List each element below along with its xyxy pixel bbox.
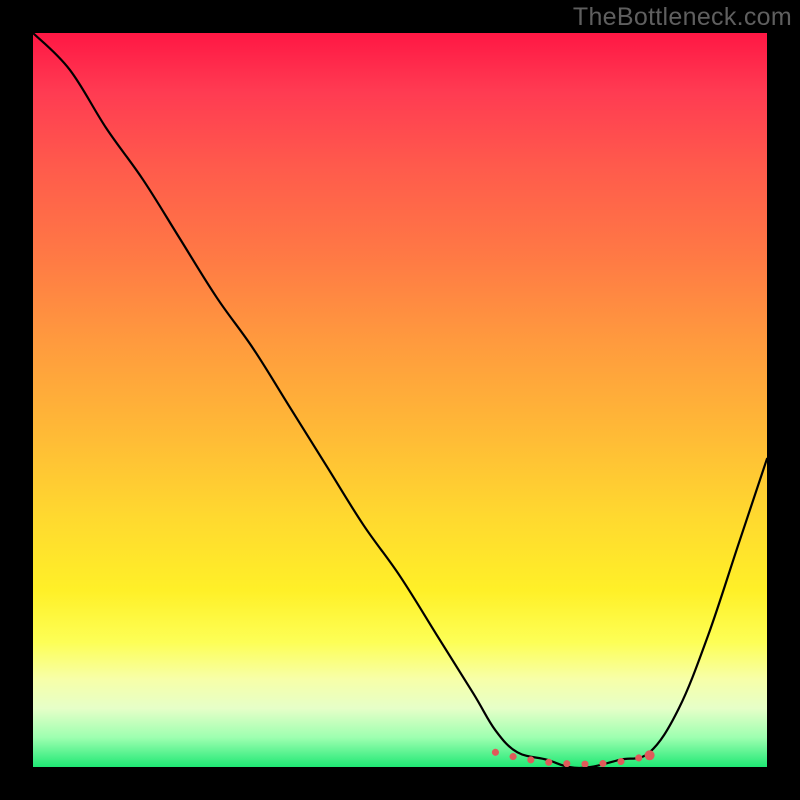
optimal-range-end-dot bbox=[645, 750, 655, 760]
plot-area bbox=[33, 33, 767, 767]
curve-svg bbox=[33, 33, 767, 767]
bottleneck-curve bbox=[33, 33, 767, 767]
watermark-text: TheBottleneck.com bbox=[573, 3, 792, 32]
chart-stage: TheBottleneck.com bbox=[0, 0, 800, 800]
